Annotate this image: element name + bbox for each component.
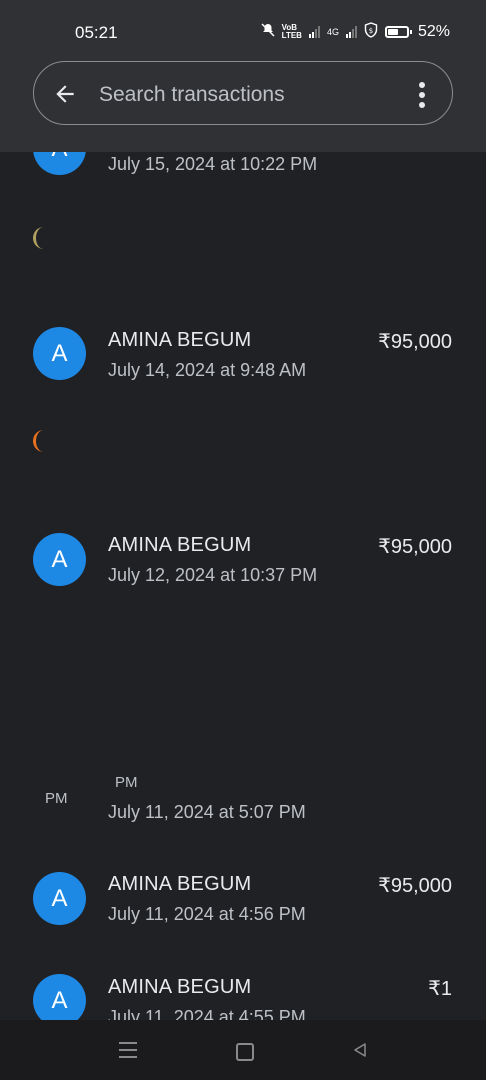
avatar: A bbox=[33, 327, 86, 380]
system-nav-bar bbox=[0, 1020, 486, 1080]
transaction-row[interactable]: A July 15, 2024 at 10:22 PM bbox=[0, 152, 486, 207]
transaction-date: July 12, 2024 at 10:37 PM bbox=[108, 565, 318, 585]
mute-icon bbox=[261, 23, 275, 40]
avatar: A bbox=[33, 152, 86, 175]
volte-icon: VoB LTEB bbox=[281, 22, 302, 40]
loading-artifact bbox=[33, 430, 54, 452]
status-icons: VoB LTEB 4G $ 52% bbox=[261, 22, 450, 41]
transaction-date: July 11, 2024 at 4:55 PM bbox=[108, 1007, 306, 1020]
search-bar[interactable] bbox=[33, 61, 453, 125]
signal-icon-1 bbox=[308, 25, 320, 38]
payee-name: AMINA BEGUM bbox=[108, 976, 252, 998]
transaction-row[interactable]: A AMINA BEGUM July 14, 2024 at 9:48 AM ₹… bbox=[0, 324, 486, 404]
avatar: A bbox=[33, 974, 86, 1020]
network-type: 4G bbox=[326, 26, 339, 37]
loading-artifact bbox=[33, 227, 54, 249]
app-header bbox=[0, 60, 486, 152]
status-bar: 05:21 VoB LTEB 4G $ 52% bbox=[0, 0, 486, 60]
payee-name: AMINA BEGUM bbox=[108, 873, 252, 895]
transaction-amount: ₹95,000 bbox=[378, 536, 452, 558]
shield-icon: $ bbox=[364, 22, 378, 41]
status-time: 05:21 bbox=[75, 23, 118, 42]
battery-percent: 52% bbox=[417, 22, 450, 40]
transaction-date: July 14, 2024 at 9:48 AM bbox=[108, 360, 307, 380]
transaction-amount: ₹1 bbox=[428, 978, 452, 1000]
transaction-row[interactable]: A AMINA BEGUM July 11, 2024 at 4:55 PM ₹… bbox=[0, 971, 486, 1020]
transaction-amount: ₹95,000 bbox=[378, 331, 452, 353]
home-icon[interactable] bbox=[236, 1043, 254, 1061]
transaction-date: July 15, 2024 at 10:22 PM bbox=[108, 154, 318, 174]
nav-back-icon[interactable] bbox=[352, 1042, 368, 1058]
transaction-amount: ₹95,000 bbox=[378, 875, 452, 897]
transaction-row[interactable]: A AMINA BEGUM July 11, 2024 at 4:56 PM ₹… bbox=[0, 869, 486, 949]
transaction-row[interactable]: July 11, 2024 at 5:07 PM bbox=[0, 767, 486, 847]
battery-icon bbox=[384, 25, 412, 38]
more-options-icon[interactable] bbox=[418, 82, 426, 108]
transaction-date: July 11, 2024 at 4:56 PM bbox=[108, 904, 306, 924]
transaction-date: July 11, 2024 at 5:07 PM bbox=[108, 802, 306, 822]
payee-name: AMINA BEGUM bbox=[108, 329, 252, 351]
signal-icon-2 bbox=[345, 25, 357, 38]
payee-name: AMINA BEGUM bbox=[108, 534, 252, 556]
svg-text:$: $ bbox=[369, 27, 373, 35]
transaction-row[interactable]: A AMINA BEGUM July 12, 2024 at 10:37 PM … bbox=[0, 530, 486, 610]
search-input[interactable] bbox=[97, 80, 401, 110]
avatar: A bbox=[33, 872, 86, 925]
back-arrow-icon[interactable] bbox=[52, 81, 78, 107]
transaction-list[interactable]: A July 15, 2024 at 10:22 PM A AMINA BEGU… bbox=[0, 152, 486, 1020]
avatar: A bbox=[33, 533, 86, 586]
recents-icon[interactable] bbox=[119, 1042, 137, 1063]
